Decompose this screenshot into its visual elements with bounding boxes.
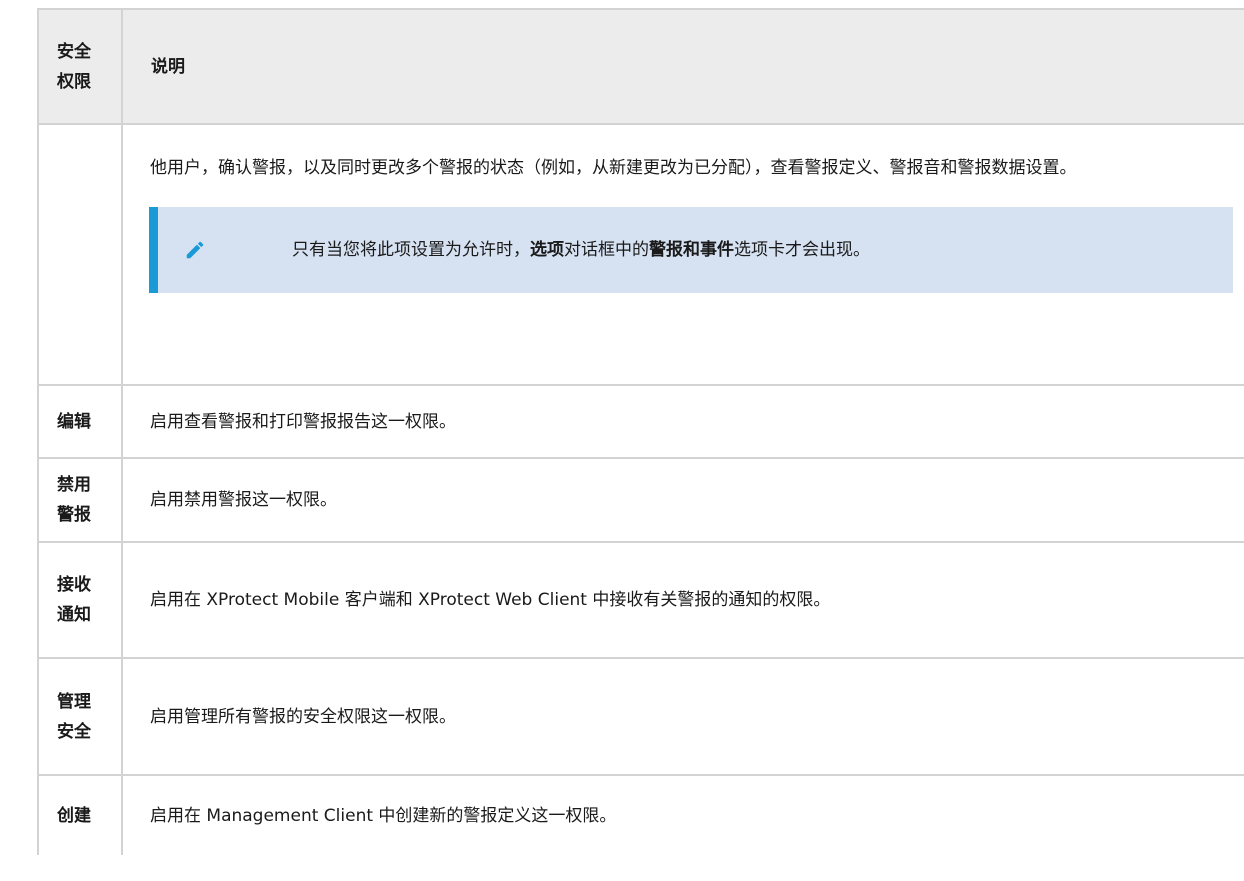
header-permission-label: 安全权限 <box>57 41 91 92</box>
table-row: 编辑 启用查看警报和打印警报报告这一权限。 <box>37 385 1244 459</box>
permission-label: 创建 <box>57 805 91 826</box>
description-text: 启用在 XProtect Mobile 客户端和 XProtect Web Cl… <box>150 590 831 610</box>
permission-cell: 创建 <box>37 775 122 855</box>
permission-cell: 管理安全 <box>37 658 122 776</box>
description-text: 启用查看警报和打印警报报告这一权限。 <box>150 411 456 432</box>
description-cell: 启用查看警报和打印警报报告这一权限。 <box>121 385 1244 459</box>
note-text: 只有当您将此项设置为允许时，选项对话框中的警报和事件选项卡才会出现。 <box>292 236 870 264</box>
description-cell: 启用禁用警报这一权限。 <box>121 458 1244 543</box>
header-description-label: 说明 <box>151 56 185 77</box>
permission-cell-empty <box>37 124 122 386</box>
description-cell: 启用在 Management Client 中创建新的警报定义这一权限。 <box>121 775 1244 855</box>
description-cell: 启用在 XProtect Mobile 客户端和 XProtect Web Cl… <box>121 542 1244 659</box>
permission-cell: 编辑 <box>37 385 122 459</box>
description-cell: 他用户，确认警报，以及同时更改多个警报的状态（例如，从新建更改为已分配），查看警… <box>121 124 1244 386</box>
table-header-row: 安全权限 说明 <box>37 9 1244 125</box>
table-row: 接收通知 启用在 XProtect Mobile 客户端和 XProtect W… <box>37 542 1244 659</box>
note-text-part1: 只有当您将此项设置为允许时， <box>292 240 530 260</box>
permissions-table: 安全权限 说明 他用户，确认警报，以及同时更改多个警报的状态（例如，从新建更改为… <box>37 8 1244 855</box>
permission-label: 编辑 <box>57 411 91 432</box>
description-text: 启用管理所有警报的安全权限这一权限。 <box>150 706 456 727</box>
note-text-part3: 选项卡才会出现。 <box>734 240 870 260</box>
permission-cell: 接收通知 <box>37 542 122 659</box>
note-box: 只有当您将此项设置为允许时，选项对话框中的警报和事件选项卡才会出现。 <box>149 207 1233 293</box>
note-text-part2: 对话框中的 <box>564 240 649 260</box>
permission-label: 管理安全 <box>57 691 91 742</box>
header-description: 说明 <box>121 9 1244 125</box>
pencil-icon <box>186 241 204 259</box>
continuation-text: 他用户，确认警报，以及同时更改多个警报的状态（例如，从新建更改为已分配），查看警… <box>150 158 1077 178</box>
note-bold-options: 选项 <box>530 240 564 260</box>
table-row: 创建 启用在 Management Client 中创建新的警报定义这一权限。 <box>37 775 1244 855</box>
permissions-page: 安全权限 说明 他用户，确认警报，以及同时更改多个警报的状态（例如，从新建更改为… <box>0 0 1244 881</box>
description-text: 启用禁用警报这一权限。 <box>150 490 337 510</box>
table-row-continuation: 他用户，确认警报，以及同时更改多个警报的状态（例如，从新建更改为已分配），查看警… <box>37 124 1244 386</box>
description-text: 启用在 Management Client 中创建新的警报定义这一权限。 <box>150 805 617 826</box>
permission-label: 接收通知 <box>57 575 91 625</box>
table-row: 禁用警报 启用禁用警报这一权限。 <box>37 458 1244 543</box>
permission-label: 禁用警报 <box>57 475 91 525</box>
header-permission: 安全权限 <box>37 9 122 125</box>
description-cell: 启用管理所有警报的安全权限这一权限。 <box>121 658 1244 776</box>
permission-cell: 禁用警报 <box>37 458 122 543</box>
note-bold-alarms-events: 警报和事件 <box>649 240 734 260</box>
table-row: 管理安全 启用管理所有警报的安全权限这一权限。 <box>37 658 1244 776</box>
